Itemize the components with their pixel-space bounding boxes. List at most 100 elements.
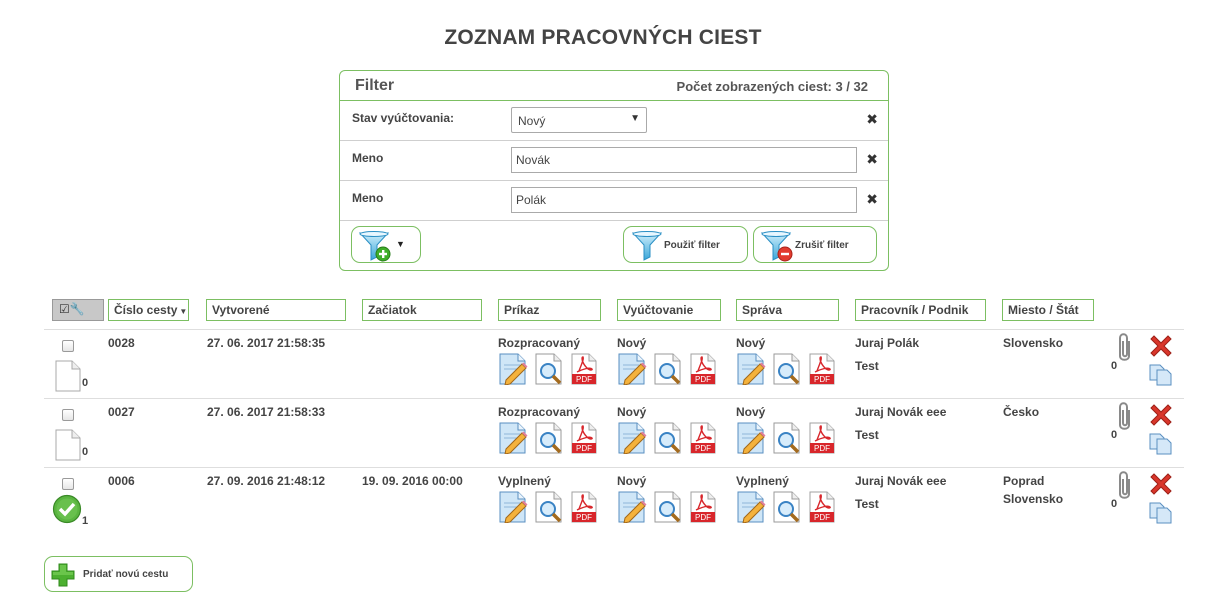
cancel-filter-button[interactable]: Zrušiť filter: [753, 226, 877, 263]
edit-document-icon[interactable]: [736, 491, 766, 528]
paperclip-icon[interactable]: [1115, 401, 1135, 438]
view-document-icon[interactable]: [772, 491, 802, 528]
filter-header: Filter Počet zobrazených ciest: 3 / 32: [340, 71, 888, 101]
paperclip-icon[interactable]: [1115, 470, 1135, 507]
row-checkbox[interactable]: [62, 478, 74, 490]
view-document-icon[interactable]: [653, 353, 683, 390]
pdf-icon[interactable]: PDF: [571, 491, 597, 528]
trip-number: 0006: [108, 474, 135, 488]
document-count: 0: [82, 377, 89, 389]
checklist-icon: ☑: [59, 302, 70, 316]
edit-document-icon[interactable]: [498, 353, 528, 390]
delete-icon[interactable]: [1148, 333, 1174, 364]
view-document-icon[interactable]: [534, 491, 564, 528]
select-arrow-icon: ▼: [630, 113, 640, 124]
view-document-icon[interactable]: [534, 353, 564, 390]
column-header-order[interactable]: Príkaz: [498, 299, 601, 321]
column-header-number-label: Číslo cesty: [114, 303, 178, 317]
svg-text:PDF: PDF: [814, 375, 830, 384]
document-count: 1: [82, 515, 89, 527]
filter-label-name: Meno: [352, 191, 384, 205]
copy-icon[interactable]: [1148, 364, 1174, 391]
bulk-tools-button[interactable]: ☑🔧: [52, 299, 104, 321]
order-actions: PDF: [498, 491, 608, 524]
pdf-icon[interactable]: PDF: [690, 491, 716, 528]
worker-name: Juraj Novák eee: [855, 474, 947, 488]
column-header-worker[interactable]: Pracovník / Podnik: [855, 299, 986, 321]
svg-text:PDF: PDF: [695, 513, 711, 522]
view-document-icon[interactable]: [653, 422, 683, 459]
edit-document-icon[interactable]: [498, 422, 528, 459]
created-date: 27. 06. 2017 21:58:33: [207, 405, 326, 419]
copy-icon[interactable]: [1148, 502, 1174, 529]
filter-count: Počet zobrazených ciest: 3 / 32: [676, 79, 868, 94]
status-select[interactable]: Nový ▼: [511, 107, 647, 133]
add-filter-button[interactable]: ▼: [351, 226, 421, 263]
column-header-settlement[interactable]: Vyúčtovanie: [617, 299, 721, 321]
view-document-icon[interactable]: [653, 491, 683, 528]
report-status: Nový: [736, 405, 766, 419]
report-status: Nový: [736, 336, 766, 350]
order-actions: PDF: [498, 353, 608, 386]
created-date: 27. 09. 2016 21:48:12: [207, 474, 326, 488]
report-actions: PDF: [736, 422, 846, 455]
settlement-actions: PDF: [617, 353, 727, 386]
attachment-count: 0: [1111, 360, 1118, 372]
name-input-1[interactable]: [511, 147, 857, 173]
country-name: Slovensko: [1003, 492, 1064, 506]
filter-panel: Filter Počet zobrazených ciest: 3 / 32 S…: [339, 70, 889, 271]
cancel-filter-label: Zrušiť filter: [795, 240, 849, 251]
paperclip-icon[interactable]: [1115, 332, 1135, 369]
order-status: Rozpracovaný: [498, 336, 581, 350]
caret-down-icon: ▼: [396, 239, 405, 249]
settlement-actions: PDF: [617, 491, 727, 524]
order-status: Vyplnený: [498, 474, 551, 488]
pdf-icon[interactable]: PDF: [690, 353, 716, 390]
copy-icon[interactable]: [1148, 433, 1174, 460]
edit-document-icon[interactable]: [736, 422, 766, 459]
svg-text:PDF: PDF: [576, 375, 592, 384]
column-header-created[interactable]: Vytvorené: [206, 299, 346, 321]
company-name: Test: [855, 497, 879, 511]
view-document-icon[interactable]: [772, 353, 802, 390]
clear-filter-icon[interactable]: ✖: [866, 111, 878, 128]
edit-document-icon[interactable]: [736, 353, 766, 390]
plus-icon: [51, 563, 75, 587]
svg-text:PDF: PDF: [576, 444, 592, 453]
pdf-icon[interactable]: PDF: [809, 422, 835, 459]
view-document-icon[interactable]: [534, 422, 564, 459]
pdf-icon[interactable]: PDF: [809, 353, 835, 390]
column-header-place[interactable]: Miesto / Štát: [1002, 299, 1094, 321]
worker-name: Juraj Novák eee: [855, 405, 947, 419]
funnel-icon: [632, 231, 662, 261]
clear-filter-icon[interactable]: ✖: [866, 151, 878, 168]
edit-document-icon[interactable]: [617, 491, 647, 528]
view-document-icon[interactable]: [772, 422, 802, 459]
delete-icon[interactable]: [1148, 471, 1174, 502]
company-name: Test: [855, 359, 879, 373]
edit-document-icon[interactable]: [498, 491, 528, 528]
edit-document-icon[interactable]: [617, 353, 647, 390]
pdf-icon[interactable]: PDF: [571, 422, 597, 459]
column-header-report[interactable]: Správa: [736, 299, 839, 321]
document-icon[interactable]: [55, 429, 81, 466]
delete-icon[interactable]: [1148, 402, 1174, 433]
pdf-icon[interactable]: PDF: [690, 422, 716, 459]
pdf-icon[interactable]: PDF: [809, 491, 835, 528]
edit-document-icon[interactable]: [617, 422, 647, 459]
column-header-start[interactable]: Začiatok: [362, 299, 482, 321]
clear-filter-icon[interactable]: ✖: [866, 191, 878, 208]
svg-text:PDF: PDF: [695, 375, 711, 384]
wrench-icon: 🔧: [69, 302, 85, 316]
apply-filter-button[interactable]: Použiť filter: [623, 226, 748, 263]
name-input-2[interactable]: [511, 187, 857, 213]
row-checkbox[interactable]: [62, 340, 74, 352]
column-header-number[interactable]: Číslo cesty ▼: [108, 299, 189, 321]
start-date: 19. 09. 2016 00:00: [362, 474, 463, 488]
order-actions: PDF: [498, 422, 608, 455]
pdf-icon[interactable]: PDF: [571, 353, 597, 390]
add-trip-button[interactable]: Pridať novú cestu: [44, 556, 193, 592]
row-checkbox[interactable]: [62, 409, 74, 421]
trip-number: 0027: [108, 405, 135, 419]
document-icon[interactable]: [55, 360, 81, 397]
